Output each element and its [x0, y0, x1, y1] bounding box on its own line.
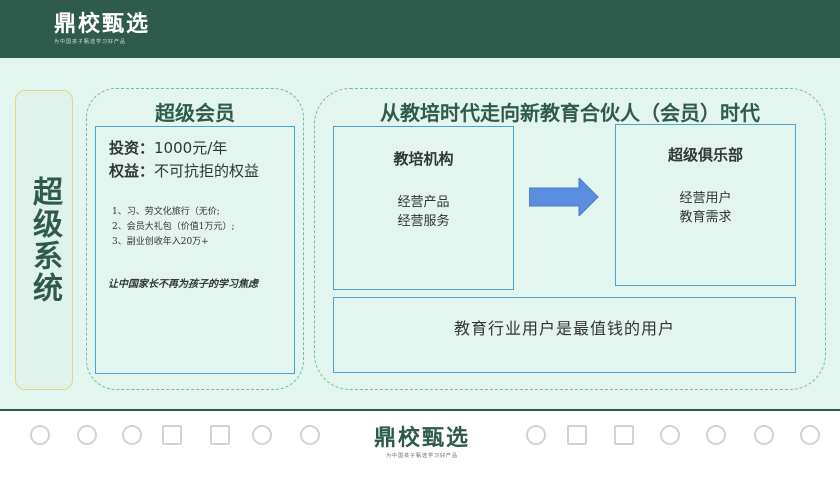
super-club-box: 超级俱乐部 经营用户 教育需求 [615, 124, 796, 286]
side-title: 超级系统 [27, 176, 62, 304]
rights-value: 不可抗拒的权益 [154, 162, 260, 180]
valuable-users-text: 教育行业用户是最值钱的用户 [453, 319, 675, 338]
benefit-item: 3、副业创收年入20万+ [112, 237, 209, 247]
footer-bar: 鼎校甄选 为中国孩子甄选学习好产品 [0, 411, 840, 477]
footer-logo-title: 鼎校甄选 [373, 425, 470, 451]
box-line: 经营用户 [679, 191, 732, 206]
header-logo-subtitle: 为中国孩子甄选学习好产品 [54, 39, 127, 45]
header-logo[interactable]: 鼎校甄选 为中国孩子甄选学习好产品 [54, 11, 150, 45]
book-icon [614, 425, 634, 445]
rights-row: 权益：不可抗拒的权益 [109, 160, 259, 181]
side-title-panel: 超级系统 [15, 90, 73, 390]
member-slogan: 让中国家长不再为孩子的学习焦虑 [108, 279, 258, 290]
benefits-list: 1、习、劳文化旅行（无价; 2、会员大礼包（价值1万元）; 3、副业创收年入20… [112, 205, 235, 250]
super-club-lines: 经营用户 教育需求 [616, 189, 795, 227]
training-institution-lines: 经营产品 经营服务 [334, 193, 513, 231]
header-logo-title: 鼎校甄选 [54, 11, 151, 37]
super-member-card: 投资：1000元/年 权益：不可抗拒的权益 1、习、劳文化旅行（无价; 2、会员… [95, 126, 295, 374]
benefit-item: 2、会员大礼包（价值1万元）; [112, 222, 235, 232]
gears-icon [754, 425, 774, 445]
ruler-icon [567, 425, 587, 445]
investment-row: 投资：1000元/年 [109, 137, 227, 158]
era-transition-panel: 从教培时代走向新教育合伙人（会员）时代 教培机构 经营产品 经营服务 超级俱乐部… [314, 88, 826, 390]
lightbulb-icon [706, 425, 726, 445]
medal-icon [30, 425, 50, 445]
investment-value: 1000元/年 [154, 139, 228, 157]
footer-logo-subtitle: 为中国孩子甄选学习好产品 [385, 453, 458, 459]
investment-label: 投资： [109, 139, 155, 157]
box-line: 经营产品 [397, 195, 450, 210]
box-line: 经营服务 [397, 214, 450, 229]
rights-label: 权益： [109, 162, 155, 180]
right-arrow-icon [529, 178, 599, 216]
magnifier-icon [122, 425, 142, 445]
magnifier-icon [252, 425, 272, 445]
super-member-panel: 超级会员 投资：1000元/年 权益：不可抗拒的权益 1、习、劳文化旅行（无价;… [86, 88, 304, 390]
medal-icon [800, 425, 820, 445]
era-title: 从教培时代走向新教育合伙人（会员）时代 [380, 101, 760, 125]
super-member-title: 超级会员 [155, 101, 235, 125]
training-institution-title: 教培机构 [393, 150, 454, 168]
ruler-icon [162, 425, 182, 445]
header-bar: 鼎校甄选 为中国孩子甄选学习好产品 [0, 0, 840, 58]
magnifier-icon [526, 425, 546, 445]
lightbulb-icon [300, 425, 320, 445]
benefit-item: 1、习、劳文化旅行（无价; [112, 207, 220, 217]
lightbulb-icon [77, 425, 97, 445]
valuable-users-box: 教育行业用户是最值钱的用户 [333, 297, 796, 373]
book-icon [210, 425, 230, 445]
footer-logo[interactable]: 鼎校甄选 为中国孩子甄选学习好产品 [362, 425, 482, 459]
super-club-title: 超级俱乐部 [667, 146, 743, 164]
box-line: 教育需求 [679, 210, 732, 225]
training-institution-box: 教培机构 经营产品 经营服务 [333, 126, 514, 290]
globe-icon [660, 425, 680, 445]
